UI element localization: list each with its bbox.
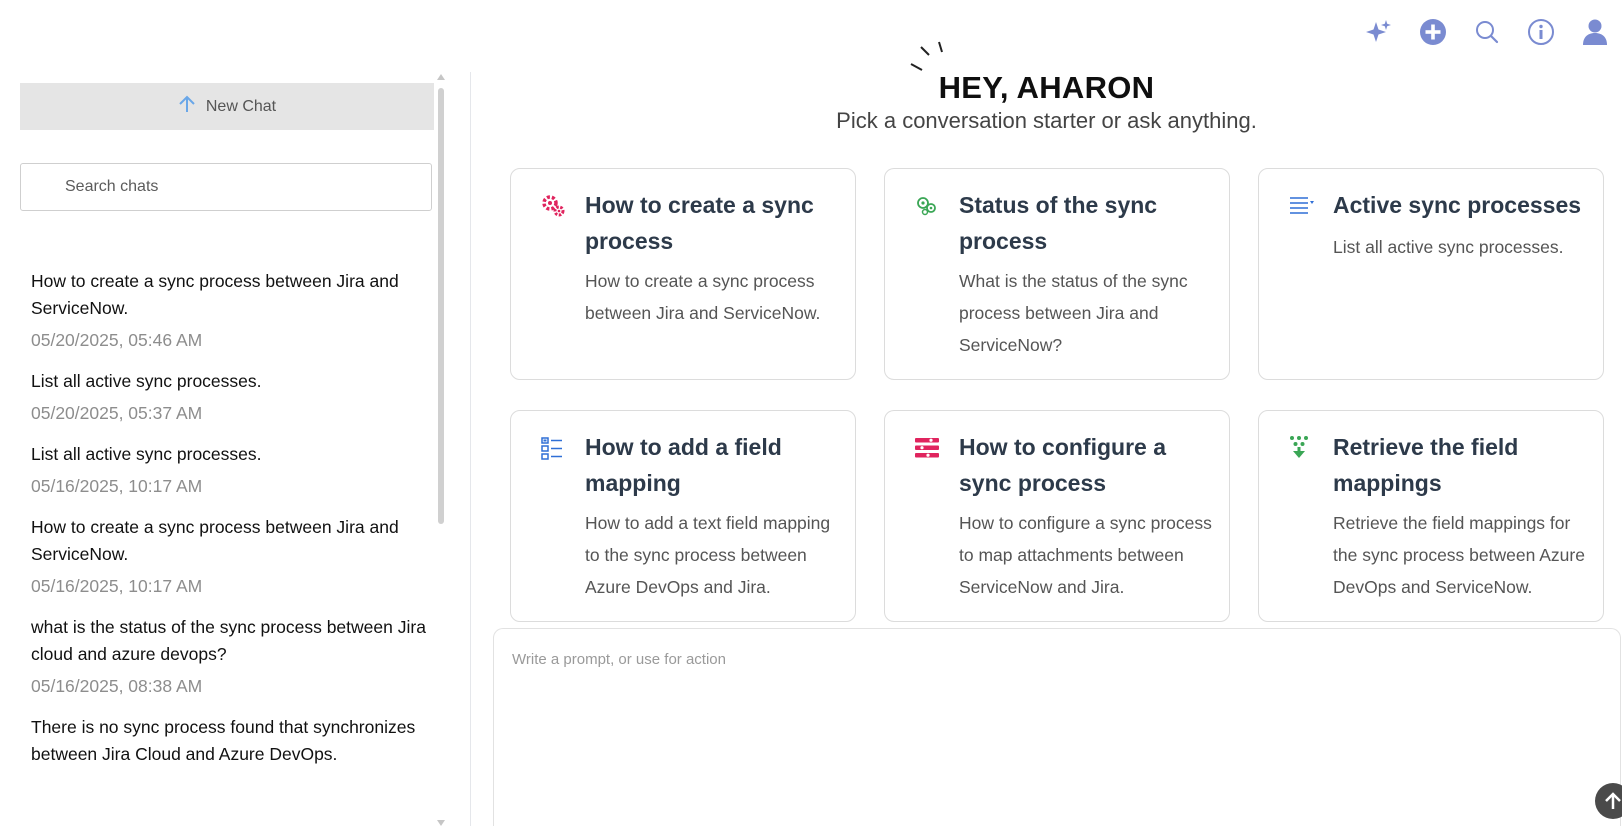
arrow-up-icon (178, 95, 196, 118)
starter-card-desc: How to configure a sync process to map a… (959, 513, 1212, 597)
starter-card-active-syncs[interactable]: Active sync processes List all active sy… (1258, 168, 1604, 380)
scroll-thumb[interactable] (438, 88, 444, 524)
checklist-icon (541, 437, 562, 460)
sidebar-scrollbar[interactable] (437, 74, 445, 826)
chat-history-item[interactable]: How to create a sync process between Jir… (31, 268, 426, 352)
chat-history-date: 05/20/2025, 05:46 AM (31, 330, 203, 350)
scroll-up-arrow-icon[interactable] (437, 74, 445, 80)
greeting-title: HEY, AHARON (910, 41, 1155, 106)
chat-history-title: How to create a sync process between Jir… (31, 271, 399, 318)
starter-card-desc: What is the status of the sync process b… (959, 271, 1188, 355)
starter-card-desc: How to add a text field mapping to the s… (585, 513, 831, 597)
starter-card-title: How to add a field mapping (585, 434, 782, 496)
starter-card-desc: Retrieve the field mappings for the sync… (1333, 513, 1585, 597)
starter-card-title: How to create a sync process (585, 192, 814, 254)
chat-history-list: How to create a sync process between Jir… (31, 268, 426, 784)
chat-history-date: 05/16/2025, 10:17 AM (31, 576, 203, 596)
gears-icon (542, 195, 565, 217)
chat-history-title: How to create a sync process between Jir… (31, 517, 399, 564)
chat-history-title: what is the status of the sync process b… (31, 617, 426, 664)
status-gears-icon (917, 197, 936, 216)
chat-sidebar: New Chat How to create a sync process be… (0, 72, 471, 826)
main-panel: HEY, AHARON Pick a conversation starter … (471, 0, 1622, 826)
chat-history-item[interactable]: what is the status of the sync process b… (31, 614, 426, 698)
new-chat-button[interactable]: New Chat (20, 83, 434, 130)
starter-card-title: How to configure a sync process (959, 434, 1166, 496)
starter-card-retrieve-field-mappings[interactable]: Retrieve the field mappings Retrieve the… (1258, 410, 1604, 622)
burst-icon (910, 41, 943, 71)
chat-history-title: There is no sync process found that sync… (31, 717, 416, 764)
greeting-title-text: HEY, AHARON (938, 70, 1155, 105)
scroll-down-arrow-icon[interactable] (437, 820, 445, 826)
prompt-box (493, 628, 1622, 826)
starter-card-title: Active sync processes (1333, 192, 1582, 218)
chat-history-item[interactable]: How to create a sync process between Jir… (31, 514, 426, 598)
prompt-input[interactable] (510, 649, 1604, 773)
starter-card-desc: List all active sync processes. (1333, 237, 1564, 257)
starter-card-create-sync[interactable]: How to create a sync process How to crea… (510, 168, 856, 380)
chat-history-date: 05/20/2025, 05:37 AM (31, 403, 203, 423)
chat-history-title: List all active sync processes. (31, 444, 262, 464)
starter-card-title: Retrieve the field mappings (1333, 434, 1519, 496)
send-button[interactable] (1595, 783, 1622, 819)
arrow-up-icon (1605, 792, 1621, 809)
download-dots-icon (1290, 436, 1308, 458)
chat-history-date: 05/16/2025, 10:17 AM (31, 476, 203, 496)
new-chat-label: New Chat (205, 97, 277, 115)
list-icon (1290, 197, 1314, 214)
starter-card-sync-status[interactable]: Status of the sync process What is the s… (884, 168, 1230, 380)
chat-history-item[interactable]: List all active sync processes. 05/20/20… (31, 368, 426, 425)
starter-card-desc: How to create a sync process between Jir… (585, 271, 821, 323)
chat-history-title: List all active sync processes. (31, 371, 262, 391)
sliders-icon (915, 438, 939, 458)
search-chats-input[interactable] (20, 163, 432, 211)
greeting-subtitle: Pick a conversation starter or ask anyth… (836, 108, 1257, 133)
chat-history-item[interactable]: List all active sync processes. 05/16/20… (31, 441, 426, 498)
greeting: HEY, AHARON Pick a conversation starter … (471, 40, 1622, 134)
starter-card-title: Status of the sync process (959, 192, 1158, 254)
starter-card-configure-sync[interactable]: How to configure a sync process How to c… (884, 410, 1230, 622)
chat-history-date: 05/16/2025, 08:38 AM (31, 676, 203, 696)
chat-history-item[interactable]: There is no sync process found that sync… (31, 714, 426, 768)
starter-card-add-field-mapping[interactable]: How to add a field mapping How to add a … (510, 410, 856, 622)
